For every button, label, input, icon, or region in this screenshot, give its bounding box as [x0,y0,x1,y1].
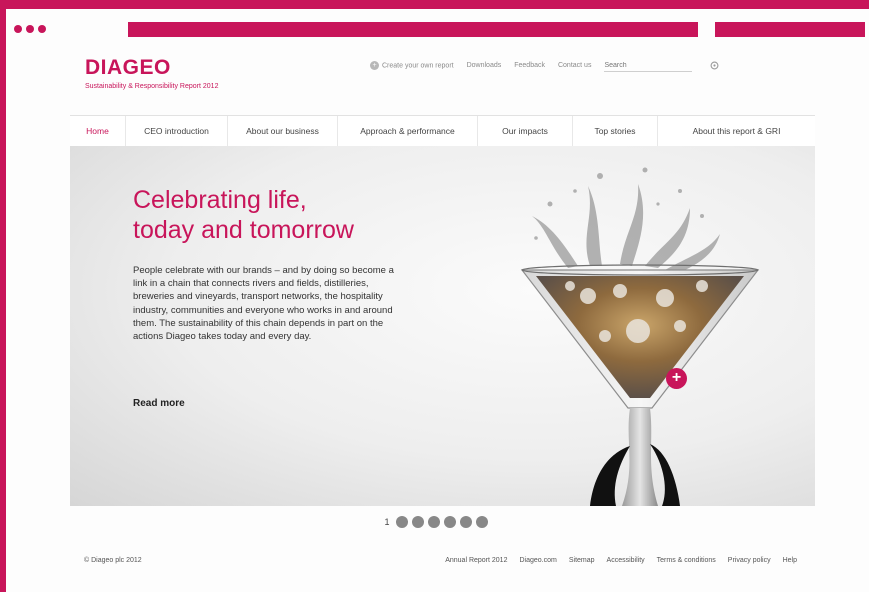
copyright-text: © Diageo plc 2012 [84,557,142,564]
hero-banner: Celebrating life, today and tomorrow Peo… [70,146,815,506]
cocktail-glass-image [520,167,760,506]
main-nav: Home CEO introduction About our business… [70,115,815,147]
feedback-link[interactable]: Feedback [514,62,545,69]
headline-line-2: today and tomorrow [133,216,354,244]
footer-link-sitemap[interactable]: Sitemap [569,557,595,564]
create-report-icon: + [370,61,379,70]
nav-our-impacts[interactable]: Our impacts [478,116,573,146]
window-dot[interactable] [26,25,34,33]
utility-nav: + Create your own report Downloads Feedba… [370,59,719,72]
window-controls [14,25,46,33]
search-icon[interactable] [710,61,719,70]
plus-button[interactable]: + [666,368,687,389]
nav-about-our-business[interactable]: About our business [228,116,338,146]
footer-link-terms[interactable]: Terms & conditions [657,557,716,564]
report-title: Sustainability & Responsibility Report 2… [85,83,219,90]
read-more-link[interactable]: Read more [133,398,185,409]
address-bar[interactable] [128,22,698,37]
footer-link-annual-report[interactable]: Annual Report 2012 [445,557,507,564]
diageo-logo[interactable]: DIAGEO [85,56,171,80]
window-dot[interactable] [38,25,46,33]
headline-line-1: Celebrating life, [133,186,307,214]
slide-dot[interactable] [412,516,424,528]
hand-shape [590,446,630,506]
toolbar-bar[interactable] [715,22,865,37]
search-input[interactable] [604,59,693,72]
slide-dot[interactable] [396,516,408,528]
glass-stem [622,408,658,506]
create-report-label: Create your own report [382,62,454,70]
slide-dot[interactable] [460,516,472,528]
window-dot[interactable] [14,25,22,33]
nav-top-stories[interactable]: Top stories [573,116,658,146]
search-box [604,59,719,72]
slide-dot[interactable] [444,516,456,528]
slide-current-number[interactable]: 1 [382,517,392,527]
hero-headline: Celebrating life, today and tomorrow [133,185,354,245]
create-report-link[interactable]: + Create your own report [370,61,454,70]
downloads-link[interactable]: Downloads [467,62,502,69]
slide-dot[interactable] [428,516,440,528]
contact-link[interactable]: Contact us [558,62,591,69]
footer-links: Annual Report 2012 Diageo.com Sitemap Ac… [445,557,797,564]
nav-approach-performance[interactable]: Approach & performance [338,116,478,146]
nav-about-this-report[interactable]: About this report & GRI [658,116,815,146]
footer-link-help[interactable]: Help [783,557,797,564]
top-accent-bar [0,0,869,9]
splash-shape [532,167,720,274]
hero-body-text: People celebrate with our brands – and b… [133,265,394,343]
left-accent-bar [0,0,6,592]
slider-pagination: 1 [382,516,488,528]
footer-link-diageo-com[interactable]: Diageo.com [519,557,556,564]
nav-ceo-introduction[interactable]: CEO introduction [126,116,228,146]
website: DIAGEO Sustainability & Responsibility R… [70,42,815,564]
slide-dot[interactable] [476,516,488,528]
nav-home[interactable]: Home [70,116,126,146]
footer-link-privacy[interactable]: Privacy policy [728,557,771,564]
footer-link-accessibility[interactable]: Accessibility [607,557,645,564]
